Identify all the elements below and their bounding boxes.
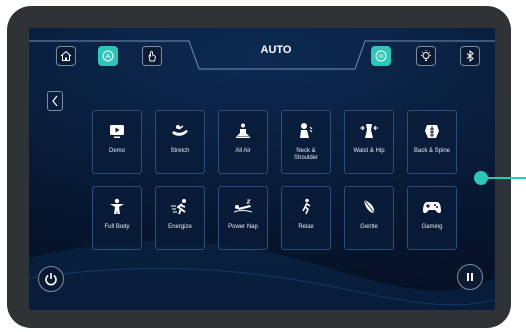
program-label: Relax (298, 224, 314, 230)
program-all-air[interactable]: All Air (218, 110, 268, 174)
stretch-icon (172, 125, 188, 136)
program-label: Waist & Hip (353, 148, 385, 154)
meditation-icon (236, 123, 250, 138)
program-demo[interactable]: Demo (92, 110, 142, 174)
sensor-indicator-line (486, 177, 526, 179)
gamepad-icon (423, 202, 441, 214)
power-button[interactable] (38, 266, 64, 292)
svg-text:A: A (106, 53, 111, 61)
pause-icon (467, 273, 473, 281)
label-line-1: Neck & (296, 148, 316, 154)
program-label: Neck & Shoulder (282, 148, 330, 162)
play-icon (110, 125, 124, 138)
waist-icon (360, 124, 378, 138)
label-line-2: Shoulder (293, 155, 319, 161)
home-icon (60, 50, 72, 61)
voice-control-button[interactable] (371, 46, 391, 66)
auto-mode-icon: A (102, 50, 114, 62)
page-title: AUTO (260, 44, 292, 56)
program-label: Energize (168, 224, 192, 230)
program-label: Full Body (104, 224, 130, 230)
program-relax[interactable]: Relax (281, 186, 331, 250)
program-stretch[interactable]: Stretch (155, 110, 205, 174)
program-neck-shoulder[interactable]: Neck & Shoulder (281, 110, 331, 174)
chevron-left-icon (52, 95, 58, 107)
back-button[interactable] (47, 91, 63, 111)
light-icon (421, 50, 431, 61)
program-label: Back & Spine (413, 148, 451, 154)
program-gaming[interactable]: Gaming (407, 186, 457, 250)
manual-mode-button[interactable] (142, 46, 162, 66)
relax-icon (302, 198, 311, 215)
voice-control-icon (375, 50, 387, 62)
neck-icon (300, 123, 313, 138)
program-waist-hip[interactable]: Waist & Hip (344, 110, 394, 174)
program-label: Gaming (421, 224, 443, 230)
program-full-body[interactable]: Full Body (92, 186, 142, 250)
program-power-nap[interactable]: Power Nap (218, 186, 268, 250)
back-icon (425, 125, 439, 138)
running-icon (171, 199, 186, 215)
home-button[interactable] (56, 46, 76, 66)
program-label: Demo (108, 148, 125, 154)
screen: A AUTO Demo Stretch All Air Neck & Shoul… (29, 28, 495, 310)
program-label: Power Nap (228, 224, 258, 230)
program-energize[interactable]: Energize (155, 186, 205, 250)
program-label: Gentle (360, 224, 378, 230)
auto-mode-button[interactable]: A (98, 46, 118, 66)
feather-icon (363, 199, 377, 216)
person-icon (110, 198, 124, 214)
program-gentle[interactable]: Gentle (344, 186, 394, 250)
bluetooth-button[interactable] (460, 46, 480, 66)
manual-hand-icon (148, 50, 156, 62)
program-label: All Air (235, 148, 251, 154)
power-icon (45, 273, 57, 286)
light-button[interactable] (416, 46, 436, 66)
program-label: Stretch (170, 148, 190, 154)
program-back-spine[interactable]: Back & Spine (407, 110, 457, 174)
pause-button[interactable] (457, 264, 483, 290)
nap-icon (233, 199, 253, 213)
bluetooth-icon (466, 50, 474, 62)
